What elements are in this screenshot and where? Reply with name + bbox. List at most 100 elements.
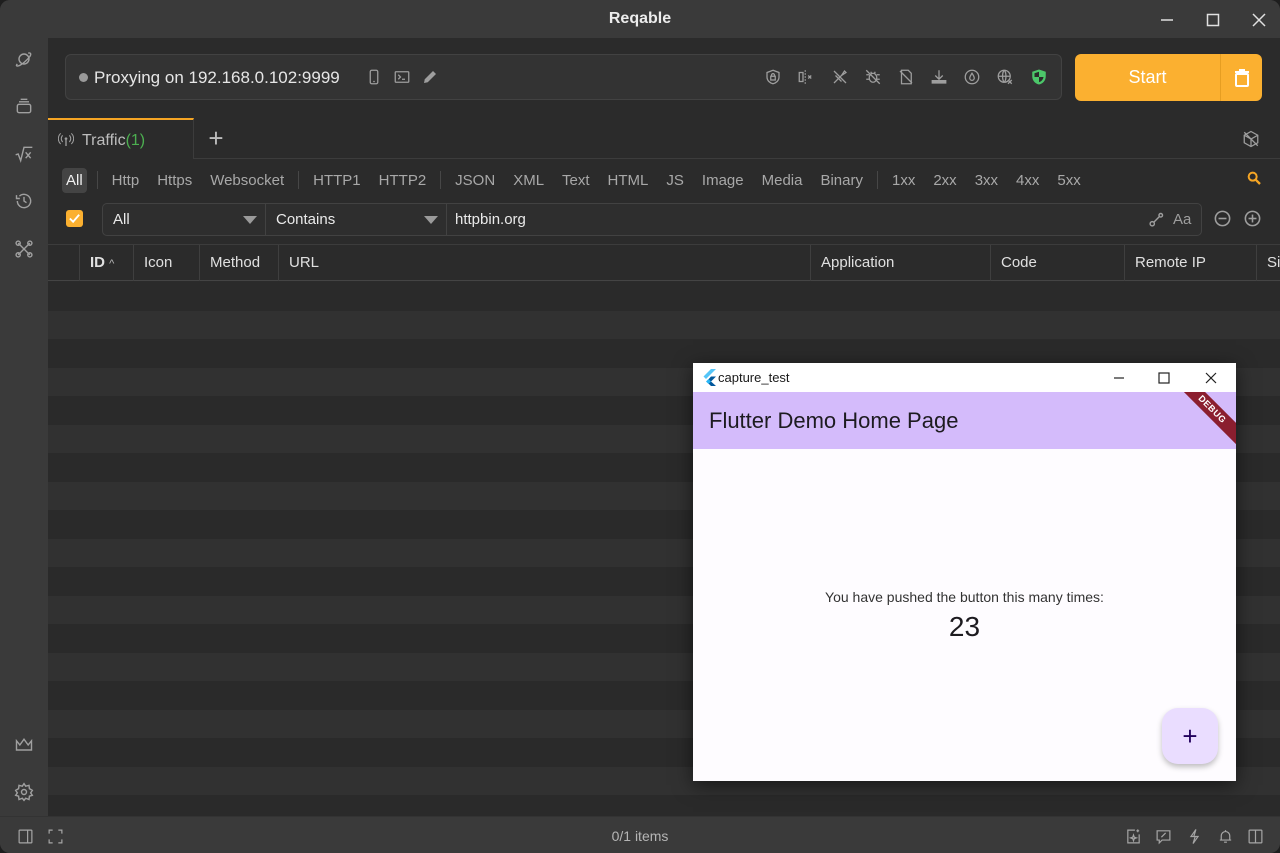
regex-toggle[interactable] [1148, 211, 1165, 233]
flutter-logo-icon [703, 369, 716, 386]
network-button[interactable] [994, 66, 1016, 88]
throttle-button[interactable] [961, 66, 983, 88]
filter-image[interactable]: Image [698, 168, 748, 193]
minimize-button[interactable] [1155, 8, 1179, 32]
flutter-app-bar: Flutter Demo Home Page DEBUG [693, 392, 1236, 449]
proxy-status-bar: Proxying on 192.168.0.102:9999 [65, 54, 1062, 100]
remove-query-button[interactable] [1213, 209, 1232, 233]
sidebar-item-settings[interactable] [12, 780, 36, 804]
tab-traffic[interactable]: Traffic(1) [48, 118, 194, 159]
filter-text[interactable]: Text [558, 168, 594, 193]
ssl-button[interactable] [762, 66, 784, 88]
tab-traffic-label: Traffic(1) [82, 132, 145, 150]
script-button[interactable] [895, 66, 917, 88]
filter-search-button[interactable] [1246, 170, 1262, 191]
column-url[interactable]: URL [278, 245, 811, 281]
sidebar-item-premium[interactable] [12, 733, 36, 757]
filter-1xx[interactable]: 1xx [888, 168, 919, 193]
operator-select[interactable]: Contains [266, 204, 447, 235]
add-tab-button[interactable]: + [204, 125, 228, 151]
filter-xml[interactable]: XML [509, 168, 548, 193]
ai-button[interactable] [1123, 826, 1143, 846]
tab-bar: Traffic(1) + [48, 118, 1280, 159]
maximize-icon [1158, 372, 1170, 384]
filter-chips: All Http Https Websocket HTTP1 HTTP2 JSO… [62, 166, 1095, 194]
sidebar-item-math[interactable] [12, 142, 36, 166]
column-id[interactable]: ID ^ [79, 245, 134, 281]
field-select[interactable]: All [103, 204, 266, 235]
filter-json[interactable]: JSON [451, 168, 499, 193]
flash-button[interactable] [1184, 826, 1204, 846]
filter-all[interactable]: All [62, 167, 87, 193]
filter-http2[interactable]: HTTP2 [375, 168, 431, 193]
sidebar-item-capture[interactable] [12, 47, 36, 71]
flutter-maximize-button[interactable] [1153, 367, 1175, 389]
filter-media[interactable]: Media [758, 168, 807, 193]
filter-separator [877, 171, 878, 189]
debug-off-icon [865, 69, 881, 85]
edit-button[interactable] [419, 66, 441, 88]
start-button[interactable]: Start [1075, 54, 1262, 101]
filter-html[interactable]: HTML [604, 168, 653, 193]
column-application[interactable]: Application [810, 245, 991, 281]
flutter-close-button[interactable] [1200, 367, 1222, 389]
maximize-button[interactable] [1201, 8, 1225, 32]
flutter-app-window: capture_test Flutter Demo Home Page DEBU… [693, 363, 1236, 781]
breakpoint-off-icon [798, 70, 812, 84]
column-remote-ip[interactable]: Remote IP [1124, 245, 1257, 281]
clear-button[interactable] [1221, 54, 1262, 101]
feedback-button[interactable] [1153, 826, 1173, 846]
download-button[interactable] [928, 66, 950, 88]
filter-binary[interactable]: Binary [816, 168, 867, 193]
filter-2xx[interactable]: 2xx [929, 168, 960, 193]
mobile-button[interactable] [363, 66, 385, 88]
query-enable-checkbox[interactable] [66, 210, 83, 227]
filter-websocket[interactable]: Websocket [206, 168, 288, 193]
case-sensitive-toggle[interactable]: Aa [1173, 211, 1191, 228]
column-size[interactable]: Si [1256, 245, 1280, 281]
debug-button[interactable] [862, 66, 884, 88]
breakpoint-button[interactable] [795, 66, 817, 88]
split-view-button[interactable] [1245, 826, 1265, 846]
column-method[interactable]: Method [199, 245, 279, 281]
filter-3xx[interactable]: 3xx [971, 168, 1002, 193]
filter-https[interactable]: Https [153, 168, 196, 193]
filter-js[interactable]: JS [662, 168, 688, 193]
increment-fab-button[interactable]: + [1162, 708, 1218, 764]
edit-icon [424, 71, 436, 83]
column-icon[interactable]: Icon [133, 245, 200, 281]
download-icon [931, 70, 947, 84]
filter-http1[interactable]: HTTP1 [309, 168, 365, 193]
operator-select-value: Contains [276, 211, 336, 228]
column-code[interactable]: Code [990, 245, 1125, 281]
chevron-down-icon [424, 216, 438, 224]
cube-off-icon [1243, 130, 1259, 148]
flutter-window-title: capture_test [718, 370, 790, 385]
filter-http[interactable]: Http [108, 168, 144, 193]
rewrite-button[interactable] [829, 66, 851, 88]
sidebar-item-tools[interactable] [12, 237, 36, 261]
plus-circle-icon [1244, 210, 1261, 227]
sidebar-item-collections[interactable] [12, 94, 36, 118]
table-header: ID ^ Icon Method URL Application Code Re… [48, 244, 1280, 281]
notifications-button[interactable] [1215, 826, 1235, 846]
filter-4xx[interactable]: 4xx [1012, 168, 1043, 193]
tab-traffic-text: Traffic [82, 132, 126, 149]
chevron-down-icon [243, 216, 257, 224]
query-input[interactable] [447, 204, 1127, 235]
sidebar [0, 38, 48, 816]
filter-separator [298, 171, 300, 189]
minus-circle-icon [1214, 210, 1231, 227]
filter-5xx[interactable]: 5xx [1053, 168, 1084, 193]
close-button[interactable] [1247, 8, 1271, 32]
network-off-icon [997, 69, 1013, 85]
start-button-label: Start [1128, 67, 1167, 87]
ignore-button[interactable] [1242, 130, 1260, 153]
shield-button[interactable] [1028, 66, 1050, 88]
add-query-button[interactable] [1243, 209, 1262, 233]
column-id-label: ID [90, 254, 105, 271]
throttle-icon [964, 69, 980, 85]
sidebar-item-history[interactable] [12, 189, 36, 213]
terminal-button[interactable] [391, 66, 413, 88]
flutter-minimize-button[interactable] [1108, 367, 1130, 389]
